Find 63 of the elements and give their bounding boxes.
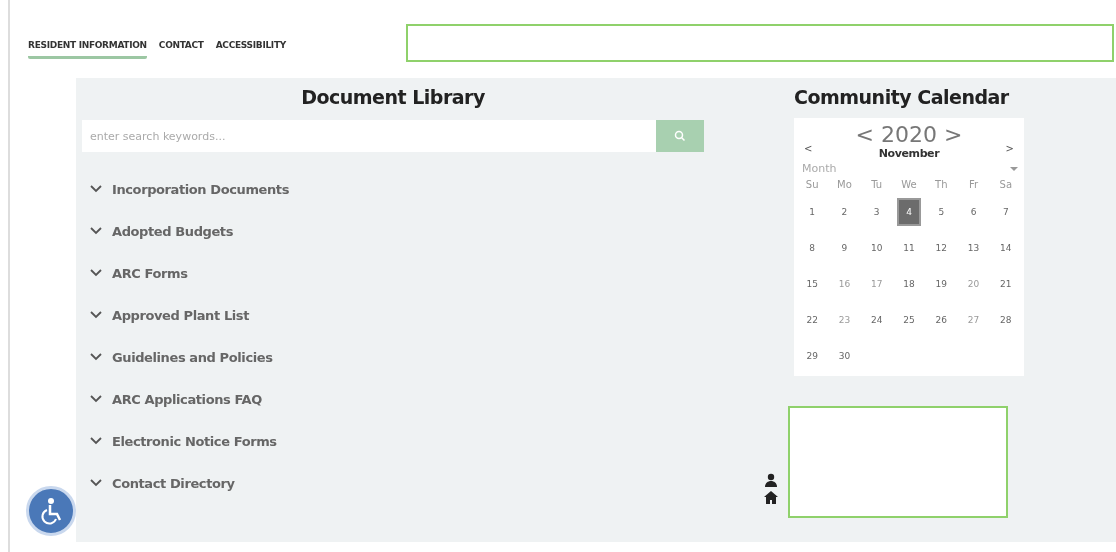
calendar-day[interactable]: 25 xyxy=(896,306,922,334)
month-label: November xyxy=(878,147,940,160)
accordion-item[interactable]: Approved Plant List xyxy=(90,304,704,326)
chevron-icon xyxy=(90,185,102,193)
accordion-item[interactable]: ARC Applications FAQ xyxy=(90,388,704,410)
nav-tab[interactable]: ACCESSIBILITY xyxy=(215,40,286,59)
calendar-day[interactable]: 22 xyxy=(800,306,825,334)
chevron-icon xyxy=(90,395,102,403)
home-icon xyxy=(764,491,778,504)
chevron-icon xyxy=(90,227,102,235)
person-icon xyxy=(764,473,778,487)
chevron-icon xyxy=(90,479,102,487)
next-button[interactable]: > xyxy=(1001,128,1018,154)
calendar-day[interactable]: 15 xyxy=(800,270,825,298)
section-title: Community Calendar xyxy=(794,86,1009,108)
nav-tab[interactable]: CONTACT xyxy=(158,40,204,59)
weekday-label: Sa xyxy=(998,179,1014,190)
calendar-day[interactable]: 12 xyxy=(929,234,954,262)
calendar-day[interactable]: 13 xyxy=(961,234,986,262)
calendar-day[interactable]: 30 xyxy=(832,342,857,370)
weekday-label: Tu xyxy=(870,179,884,190)
accessibility-button[interactable] xyxy=(26,486,76,536)
search-field[interactable]: enter search keywords... xyxy=(82,120,656,152)
chevron-icon xyxy=(90,311,102,319)
section-title: Document Library xyxy=(300,86,486,108)
year-label: < 2020 > xyxy=(855,122,963,147)
calendar-day[interactable]: 1 xyxy=(800,198,825,226)
accordion-item[interactable]: Adopted Budgets xyxy=(90,220,704,242)
accordion-item[interactable]: Electronic Notice Forms xyxy=(90,430,704,452)
calendar-day[interactable]: 2 xyxy=(832,198,857,226)
calendar-day[interactable]: 3 xyxy=(864,198,889,226)
weekday-label: Mo xyxy=(836,179,853,190)
calendar-day[interactable]: 19 xyxy=(929,270,954,298)
calendar-day[interactable]: 28 xyxy=(993,306,1018,334)
calendar-day[interactable]: 7 xyxy=(993,198,1018,226)
calendar-day[interactable]: 24 xyxy=(864,306,889,334)
chevron-icon xyxy=(90,353,102,361)
calendar-day[interactable]: 4 xyxy=(896,198,922,226)
calendar-day[interactable]: 14 xyxy=(993,234,1018,262)
calendar-day[interactable]: 11 xyxy=(896,234,922,262)
caret-icon xyxy=(1010,166,1018,171)
calendar-day[interactable]: 21 xyxy=(993,270,1018,298)
accordion-item[interactable]: Contact Directory xyxy=(90,472,704,494)
chevron-icon xyxy=(90,437,102,445)
nav-tab[interactable]: RESIDENT INFORMATION xyxy=(28,40,147,59)
calendar-day[interactable]: 10 xyxy=(864,234,889,262)
weekday-label: Fr xyxy=(968,179,980,190)
weekday-label: Su xyxy=(804,179,820,190)
chevron-icon xyxy=(90,269,102,277)
calendar-day[interactable]: 9 xyxy=(832,234,857,262)
calendar-day[interactable]: 5 xyxy=(929,198,954,226)
weekday-label: We xyxy=(900,179,918,190)
calendar-day[interactable]: 29 xyxy=(800,342,825,370)
prev-button[interactable]: < xyxy=(800,128,817,154)
calendar-day[interactable]: 8 xyxy=(800,234,825,262)
accordion-item[interactable]: ARC Forms xyxy=(90,262,704,284)
calendar-day[interactable]: 26 xyxy=(929,306,954,334)
accordion-item[interactable]: Incorporation Documents xyxy=(90,178,704,200)
accordion-item[interactable]: Guidelines and Policies xyxy=(90,346,704,368)
calendar-day[interactable]: 18 xyxy=(896,270,922,298)
calendar-day[interactable]: 6 xyxy=(961,198,986,226)
search-icon xyxy=(674,130,686,142)
weekday-label: Th xyxy=(934,179,949,190)
